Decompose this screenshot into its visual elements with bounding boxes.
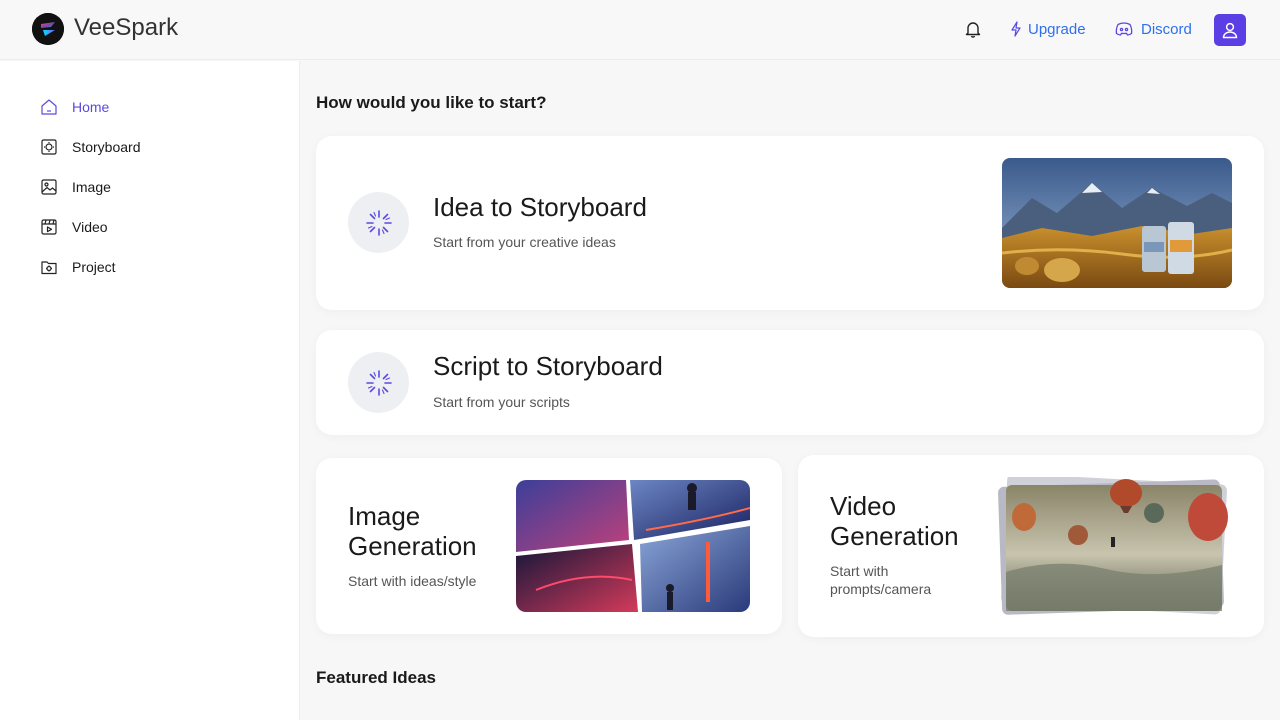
veespark-logo[interactable] [32, 13, 64, 45]
home-icon [41, 99, 57, 115]
card-subtitle: Start from your scripts [433, 394, 570, 410]
sidebar-item-label: Storyboard [72, 139, 141, 155]
upgrade-label: Upgrade [1028, 20, 1086, 38]
script-to-storyboard-card[interactable]: Script to Storyboard Start from your scr… [316, 330, 1264, 435]
card-subtitle: Start with prompts/camera [830, 563, 932, 597]
video-icon [41, 219, 57, 235]
card-subtitle: Start from your creative ideas [433, 234, 616, 250]
card-title: Script to Storyboard [433, 351, 663, 381]
lightning-icon [1011, 21, 1021, 37]
sidebar-item-storyboard[interactable]: Storyboard [40, 135, 140, 159]
idea-to-storyboard-card[interactable]: Idea to Storyboard Start from your creat… [316, 136, 1264, 310]
image-generation-card[interactable]: Image Generation Start with ideas/style [316, 458, 782, 634]
card-title: Video Generation [830, 491, 959, 551]
card-title: Image Generation [348, 501, 477, 561]
card-subtitle: Start with ideas/style [348, 573, 477, 589]
top-header: VeeSpark Upgrade Discord [0, 0, 1280, 60]
discord-link[interactable]: Discord [1115, 18, 1192, 40]
sidebar-item-video[interactable]: Video [40, 215, 108, 239]
spark-icon [348, 352, 409, 413]
sidebar-item-label: Home [72, 99, 110, 115]
video-generation-card[interactable]: Video Generation Start with prompts/came… [798, 455, 1264, 637]
sidebar-item-label: Project [72, 259, 116, 275]
sidebar-item-image[interactable]: Image [40, 175, 111, 199]
image-icon [41, 179, 57, 195]
user-icon [1222, 22, 1238, 39]
bell-icon[interactable] [963, 19, 983, 39]
sidebar-item-project[interactable]: Project [40, 255, 116, 279]
storyboard-icon [41, 139, 57, 155]
card-title: Idea to Storyboard [433, 192, 647, 222]
sidebar-item-label: Video [72, 219, 108, 235]
spark-icon [348, 192, 409, 253]
image-collage [516, 480, 750, 612]
project-icon [41, 261, 57, 275]
app-name: VeeSpark [74, 14, 179, 41]
sidebar-item-label: Image [72, 179, 111, 195]
start-heading: How would you like to start? [316, 93, 547, 112]
discord-icon [1115, 22, 1133, 36]
video-preview-stack [996, 473, 1232, 617]
sidebar: Home Storyboard Image Video Project [0, 61, 300, 720]
sidebar-item-home[interactable]: Home [40, 95, 109, 119]
user-avatar-button[interactable] [1214, 14, 1246, 46]
upgrade-link[interactable]: Upgrade [1008, 18, 1086, 40]
featured-ideas-heading: Featured Ideas [316, 668, 436, 687]
storyboard-preview-image [1002, 158, 1232, 288]
discord-label: Discord [1141, 20, 1192, 38]
